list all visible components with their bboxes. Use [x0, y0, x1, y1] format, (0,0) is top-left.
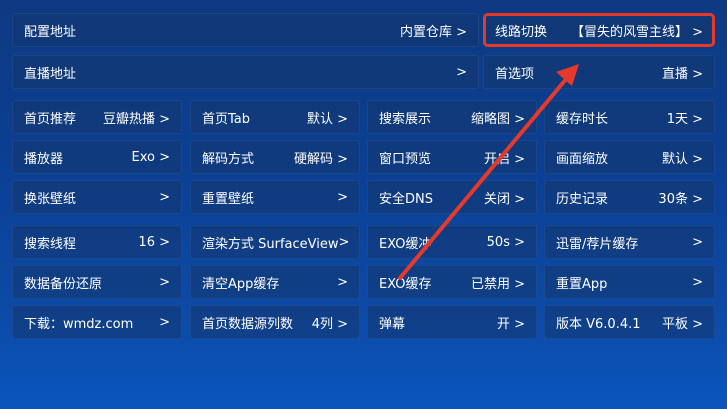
setting-label: 换张壁纸 — [24, 191, 77, 207]
setting-label: 直播地址 — [24, 66, 77, 82]
setting-value: > — [456, 64, 467, 80]
setting-value: 50s > — [486, 234, 525, 250]
setting-label: 配置地址 — [24, 24, 77, 40]
setting-value: 默认 > — [661, 151, 703, 167]
setting-search-display[interactable]: 搜索展示 缩略图 > — [367, 100, 537, 134]
setting-value: > — [159, 189, 170, 205]
setting-thunder-cache[interactable]: 迅雷/荐片缓存 > — [544, 225, 715, 259]
setting-label: 重置壁纸 — [202, 191, 255, 207]
setting-value: 1天 > — [666, 111, 703, 127]
setting-value: > — [692, 234, 703, 250]
setting-value: 16 > — [138, 234, 170, 250]
setting-label: 线路切换 — [495, 24, 548, 40]
setting-home-tab[interactable]: 首页Tab 默认 > — [190, 100, 360, 134]
setting-cfg-address[interactable]: 配置地址 内置仓库 > — [12, 13, 479, 47]
setting-data-backup[interactable]: 数据备份还原 > — [12, 265, 182, 299]
setting-search-threads[interactable]: 搜索线程 16 > — [12, 225, 182, 259]
setting-value: 直播 > — [661, 66, 703, 82]
setting-reset-app[interactable]: 重置App > — [544, 265, 715, 299]
setting-value: 缩略图 > — [470, 111, 525, 127]
setting-label: 重置App — [556, 276, 608, 292]
setting-label: 解码方式 — [202, 151, 255, 167]
setting-label: 迅雷/荐片缓存 — [556, 236, 639, 252]
setting-label: EXO缓存 — [379, 276, 432, 292]
setting-value: 【冒失的风雪主线】 > — [570, 24, 703, 40]
setting-value: 已禁用 > — [470, 276, 525, 292]
setting-label: 搜索展示 — [379, 111, 432, 127]
setting-value: > — [692, 274, 703, 290]
setting-history[interactable]: 历史记录 30条 > — [544, 180, 715, 214]
setting-value: 默认 > — [306, 111, 348, 127]
setting-live-address[interactable]: 直播地址 > — [12, 55, 479, 89]
setting-render-mode[interactable]: 渲染方式 SurfaceView > — [190, 225, 360, 259]
setting-clear-cache[interactable]: 清空App缓存 > — [190, 265, 360, 299]
setting-value: > — [159, 274, 170, 290]
setting-download[interactable]: 下载：wmdz.com > — [12, 305, 182, 339]
setting-label: 数据备份还原 — [24, 276, 103, 292]
setting-label: 画面缩放 — [556, 151, 609, 167]
setting-label: 首选项 — [495, 66, 535, 82]
setting-value: 硬解码 > — [293, 151, 348, 167]
setting-value: > — [338, 234, 350, 250]
setting-label: 弹幕 — [379, 316, 406, 332]
setting-value: 30条 > — [658, 191, 703, 207]
setting-value: > — [337, 274, 348, 290]
setting-value: 4列 > — [311, 316, 348, 332]
setting-home-option[interactable]: 首选项 直播 > — [483, 55, 715, 89]
setting-decode-mode[interactable]: 解码方式 硬解码 > — [190, 140, 360, 174]
setting-label: 首页Tab — [202, 111, 251, 127]
setting-label: EXO缓冲 — [379, 236, 432, 252]
setting-value: Exo > — [131, 149, 171, 165]
setting-window-preview[interactable]: 窗口预览 开启 > — [367, 140, 537, 174]
setting-home-recommend[interactable]: 首页推荐 豆瓣热播 > — [12, 100, 182, 134]
setting-version[interactable]: 版本 V6.0.4.1 平板 > — [544, 305, 715, 339]
setting-label: 窗口预览 — [379, 151, 432, 167]
setting-label: 渲染方式 SurfaceView — [202, 236, 339, 252]
setting-value: 开 > — [496, 316, 525, 332]
setting-label: 首页数据源列数 — [202, 316, 294, 332]
setting-label: 版本 V6.0.4.1 — [556, 316, 641, 332]
setting-value: 关闭 > — [483, 191, 525, 207]
setting-value: 豆瓣热播 > — [102, 111, 170, 127]
setting-secure-dns[interactable]: 安全DNS 关闭 > — [367, 180, 537, 214]
setting-label: 下载：wmdz.com — [24, 316, 134, 332]
setting-label: 清空App缓存 — [202, 276, 280, 292]
setting-danmaku[interactable]: 弹幕 开 > — [367, 305, 537, 339]
setting-label: 缓存时长 — [556, 111, 609, 127]
setting-player[interactable]: 播放器 Exo > — [12, 140, 182, 174]
setting-change-wallpaper[interactable]: 换张壁纸 > — [12, 180, 182, 214]
setting-value: > — [337, 189, 348, 205]
setting-exo-buffer[interactable]: EXO缓冲 50s > — [367, 225, 537, 259]
setting-value: 平板 > — [661, 316, 703, 332]
setting-label: 安全DNS — [379, 191, 433, 207]
setting-reset-wallpaper[interactable]: 重置壁纸 > — [190, 180, 360, 214]
setting-value: > — [159, 314, 170, 330]
setting-label: 搜索线程 — [24, 236, 77, 252]
setting-line-switch[interactable]: 线路切换 【冒失的风雪主线】 > — [483, 13, 715, 47]
setting-exo-cache[interactable]: EXO缓存 已禁用 > — [367, 265, 537, 299]
setting-label: 首页推荐 — [24, 111, 77, 127]
setting-cache-duration[interactable]: 缓存时长 1天 > — [544, 100, 715, 134]
setting-value: 内置仓库 > — [399, 24, 467, 40]
setting-value: 开启 > — [483, 151, 525, 167]
setting-label: 历史记录 — [556, 191, 609, 207]
setting-label: 播放器 — [24, 151, 64, 167]
setting-home-source-cols[interactable]: 首页数据源列数 4列 > — [190, 305, 360, 339]
setting-screen-scale[interactable]: 画面缩放 默认 > — [544, 140, 715, 174]
